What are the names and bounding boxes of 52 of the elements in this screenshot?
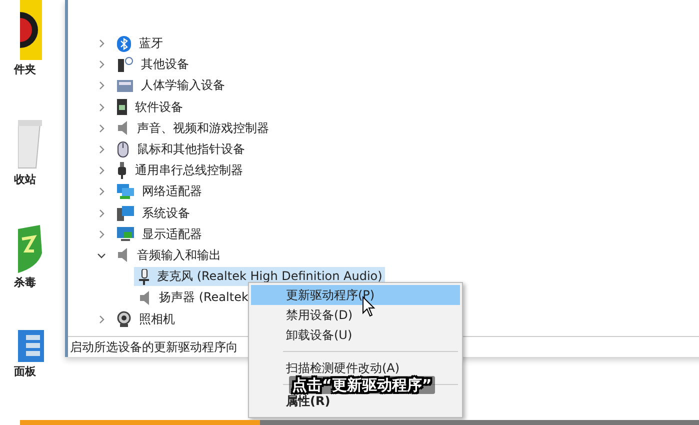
video-progress-track[interactable] <box>20 420 699 425</box>
tree-item[interactable]: 网络适配器 <box>142 183 202 200</box>
tree-item[interactable]: 鼠标和其他指针设备 <box>137 141 245 158</box>
expand-chevron-icon[interactable] <box>97 314 106 324</box>
desktop-icon-label: 收站 <box>14 172 36 187</box>
tree-item[interactable]: 声音、视频和游戏控制器 <box>137 120 269 137</box>
expand-chevron-icon[interactable] <box>97 187 106 196</box>
expand-chevron-icon[interactable] <box>97 124 106 133</box>
expand-chevron-icon[interactable] <box>97 39 106 48</box>
expand-chevron-icon[interactable] <box>97 166 106 176</box>
microphone-icon <box>139 268 149 285</box>
control-panel-icon[interactable] <box>18 330 44 362</box>
expand-chevron-icon[interactable] <box>97 81 106 90</box>
expand-chevron-icon[interactable] <box>97 208 106 218</box>
mouse-icon <box>117 141 129 158</box>
tree-item[interactable]: 人体学输入设备 <box>141 77 225 94</box>
expand-chevron-icon[interactable] <box>97 60 106 70</box>
tree-item[interactable]: 软件设备 <box>135 98 183 116</box>
tree-item[interactable]: 显示适配器 <box>142 226 202 243</box>
device-icon <box>117 99 127 116</box>
computer-icon <box>117 206 134 221</box>
menu-item[interactable]: 更新驱动程序(P) <box>251 285 460 305</box>
tree-item[interactable]: 音频输入和输出 <box>137 246 221 264</box>
recycle-bin-icon[interactable] <box>18 120 42 170</box>
expand-chevron-icon[interactable] <box>97 145 106 154</box>
speaker-icon <box>139 290 151 306</box>
expand-chevron-icon[interactable] <box>97 230 106 239</box>
tree-item[interactable]: 扬声器 (Realtek <box>134 288 252 308</box>
desktop-icon-label: 杀毒 <box>14 275 36 290</box>
video-subtitle: 点击“更新驱动程序” <box>289 376 435 394</box>
collapse-chevron-icon[interactable] <box>97 250 106 260</box>
shield-icon[interactable] <box>18 225 42 273</box>
network-icon <box>117 184 134 200</box>
expand-chevron-icon[interactable] <box>97 102 106 112</box>
desktop-icon-label: 件夹 <box>14 62 36 77</box>
tree-item[interactable]: 蓝牙 <box>139 35 163 52</box>
tree-item[interactable]: 照相机 <box>139 310 175 328</box>
monitor-icon <box>117 226 134 242</box>
webcam-icon <box>117 311 131 328</box>
unknown-device-icon <box>117 56 133 73</box>
speaker-icon <box>117 247 129 264</box>
tree-item[interactable]: 通用串行总线控制器 <box>135 162 243 180</box>
speaker-icon <box>117 120 129 136</box>
folder-icon[interactable] <box>20 0 42 60</box>
keyboard-icon <box>117 78 133 93</box>
tree-item[interactable]: 系统设备 <box>142 204 190 222</box>
bluetooth-icon <box>117 36 131 52</box>
usb-plug-icon <box>117 162 127 180</box>
desktop-icon-label: 面板 <box>14 364 36 379</box>
menu-item[interactable]: 禁用设备(D) <box>251 305 460 325</box>
menu-item[interactable]: 扫描检测硬件改动(A) <box>251 358 460 378</box>
tree-item[interactable]: 其他设备 <box>141 56 189 74</box>
